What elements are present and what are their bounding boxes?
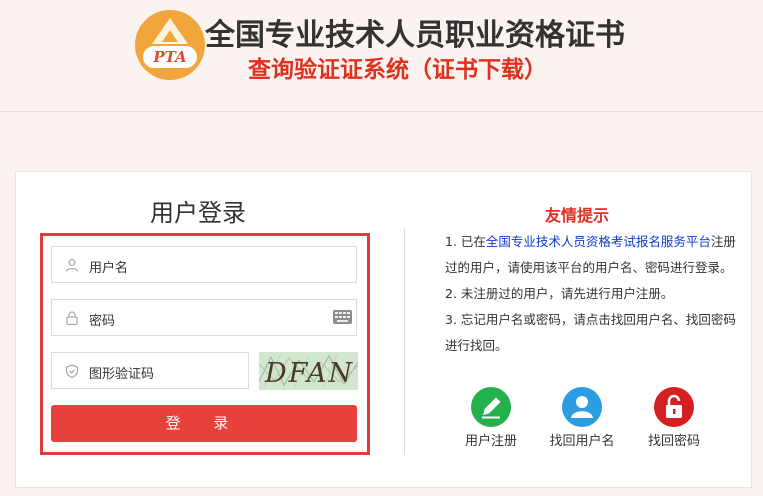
logo-text: PTA	[143, 46, 197, 68]
captcha-placeholder: 图形验证码	[89, 367, 155, 382]
login-button[interactable]: 登 录	[51, 405, 357, 442]
recover-password-button[interactable]: 找回密码	[634, 387, 714, 449]
lock-icon	[654, 387, 694, 427]
user-icon	[562, 387, 602, 427]
lock-outline-icon	[66, 311, 78, 325]
vertical-divider	[404, 228, 405, 455]
site-subtitle: 查询验证证系统（证书下载）	[248, 57, 547, 83]
user-icon	[65, 258, 79, 272]
captcha-input[interactable]: 图形验证码	[51, 352, 249, 389]
username-input[interactable]: 用户名	[51, 246, 357, 283]
tips-list: 1. 已在全国专业技术人员资格考试报名服务平台注册过的用户，请使用该平台的用户名…	[445, 229, 745, 359]
recover-password-label: 找回密码	[647, 434, 700, 449]
keyboard-icon[interactable]	[333, 310, 352, 324]
captcha-text: DFAN	[264, 358, 354, 389]
site-title: 全国专业技术人员职业资格证书	[205, 18, 625, 53]
header-divider	[0, 111, 763, 112]
password-input[interactable]: 密码	[51, 299, 357, 336]
register-button[interactable]: 用户注册	[451, 387, 531, 449]
login-title: 用户登录	[150, 199, 246, 227]
recover-username-button[interactable]: 找回用户名	[542, 387, 622, 449]
tip-item-3: 3. 忘记用户名或密码，请点击找回用户名、找回密码进行找回。	[445, 312, 736, 353]
tip-item-1: 1. 已在全国专业技术人员资格考试报名服务平台注册过的用户，请使用该平台的用户名…	[445, 234, 736, 275]
recover-username-label: 找回用户名	[549, 434, 615, 449]
site-header: PTA 全国专业技术人员职业资格证书 查询验证证系统（证书下载）	[0, 0, 763, 110]
tip-item-2: 2. 未注册过的用户，请先进行用户注册。	[445, 286, 674, 301]
username-placeholder: 用户名	[89, 261, 129, 276]
registration-platform-link[interactable]: 全国专业技术人员资格考试报名服务平台	[486, 234, 711, 249]
pta-logo: PTA	[135, 10, 205, 80]
tips-title: 友情提示	[545, 206, 610, 225]
shield-icon	[65, 364, 79, 378]
password-placeholder: 密码	[89, 314, 116, 329]
captcha-image[interactable]: DFAN	[259, 352, 358, 390]
register-label: 用户注册	[464, 434, 517, 449]
pencil-icon	[471, 387, 511, 427]
